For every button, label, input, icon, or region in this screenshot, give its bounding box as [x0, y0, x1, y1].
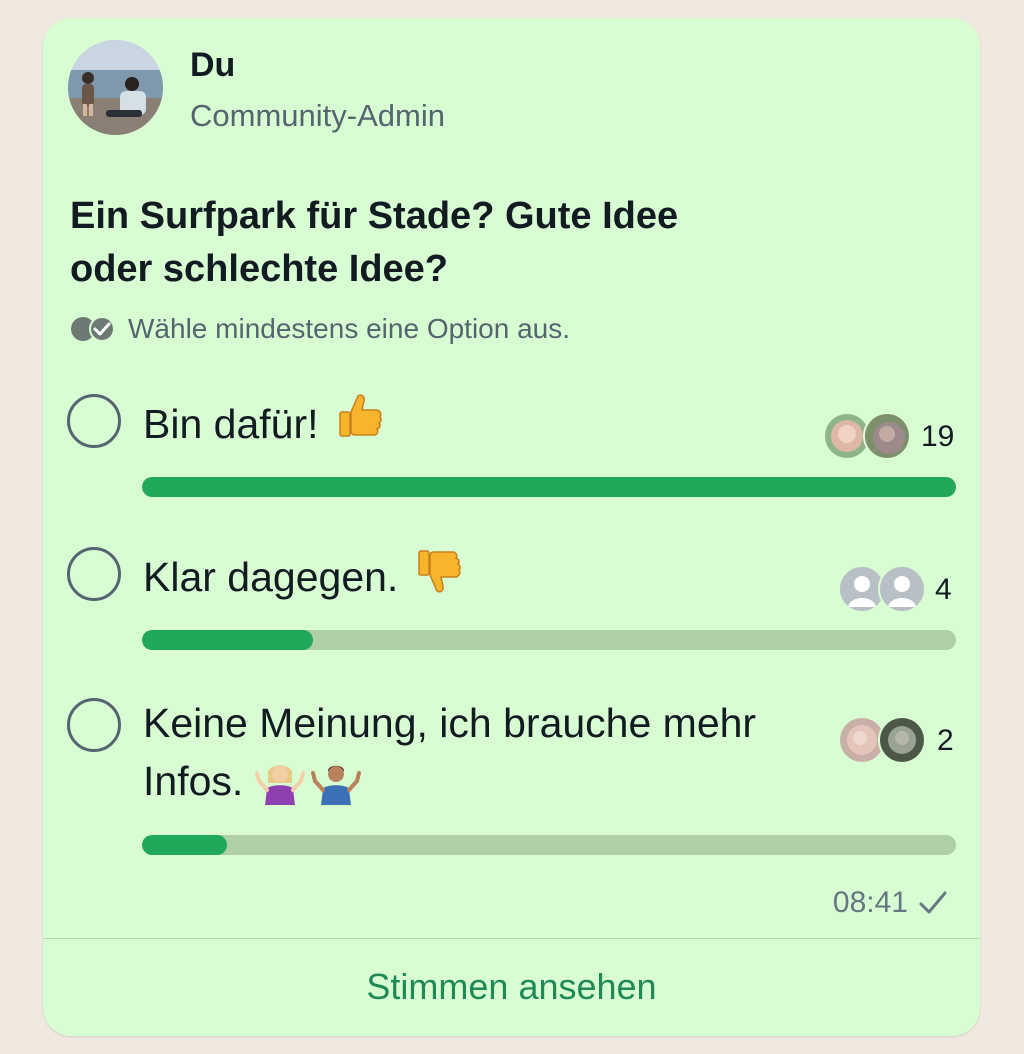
poll-hint-text: Wähle mindestens eine Option aus. [128, 313, 571, 344]
poll-option-vote-count: 2 [937, 724, 954, 757]
man-shrugging-icon [311, 765, 362, 805]
thumbs-down-icon [418, 550, 462, 593]
view-votes-button[interactable]: Stimmen ansehen [43, 938, 980, 1036]
poll-option-label: Bin dafür! [143, 390, 833, 453]
poll-option-radio[interactable] [67, 547, 121, 601]
message-meta: 08:41 [833, 886, 948, 920]
blurred-photo-avatar [863, 412, 911, 460]
sender-avatar[interactable] [68, 40, 163, 135]
poll-option-progress-fill [142, 630, 313, 650]
poll-option-label: Klar dagegen. [143, 543, 833, 606]
poll-option-voters[interactable] [838, 565, 928, 613]
thumbs-up-icon [338, 394, 382, 437]
sender-role: Community-Admin [190, 98, 445, 133]
poll-option-label: Keine Meinung, ich brauche mehr Infos. [143, 694, 833, 816]
poll-option-progress [142, 835, 956, 855]
shrug-icons [255, 757, 362, 816]
double-check-icon [71, 316, 115, 342]
default-person-avatar [878, 565, 926, 613]
sender-name[interactable]: Du [190, 46, 235, 85]
woman-shrugging-icon [255, 765, 306, 805]
poll-option-vote-count: 4 [935, 573, 952, 606]
poll-option-voters[interactable] [838, 716, 928, 764]
poll-question: Ein Surfpark für Stade? Gute Idee oder s… [70, 195, 679, 290]
poll-option-progress-fill [142, 477, 956, 497]
blurred-photo-avatar [878, 716, 926, 764]
poll-option-radio[interactable] [67, 698, 121, 752]
poll-option-voters[interactable] [823, 412, 913, 460]
sent-check-icon [919, 891, 947, 914]
poll-option-progress-fill [142, 835, 228, 855]
poll-option-radio[interactable] [67, 394, 121, 448]
poll-hint: Wähle mindestens eine Option aus. [70, 313, 571, 344]
poll-message-bubble: Du Community-Admin Ein Surfpark für Stad… [43, 18, 980, 1036]
poll-option-progress [142, 477, 956, 497]
poll-option-progress [142, 630, 956, 650]
message-time: 08:41 [832, 886, 908, 919]
poll-option-vote-count: 19 [921, 420, 955, 453]
